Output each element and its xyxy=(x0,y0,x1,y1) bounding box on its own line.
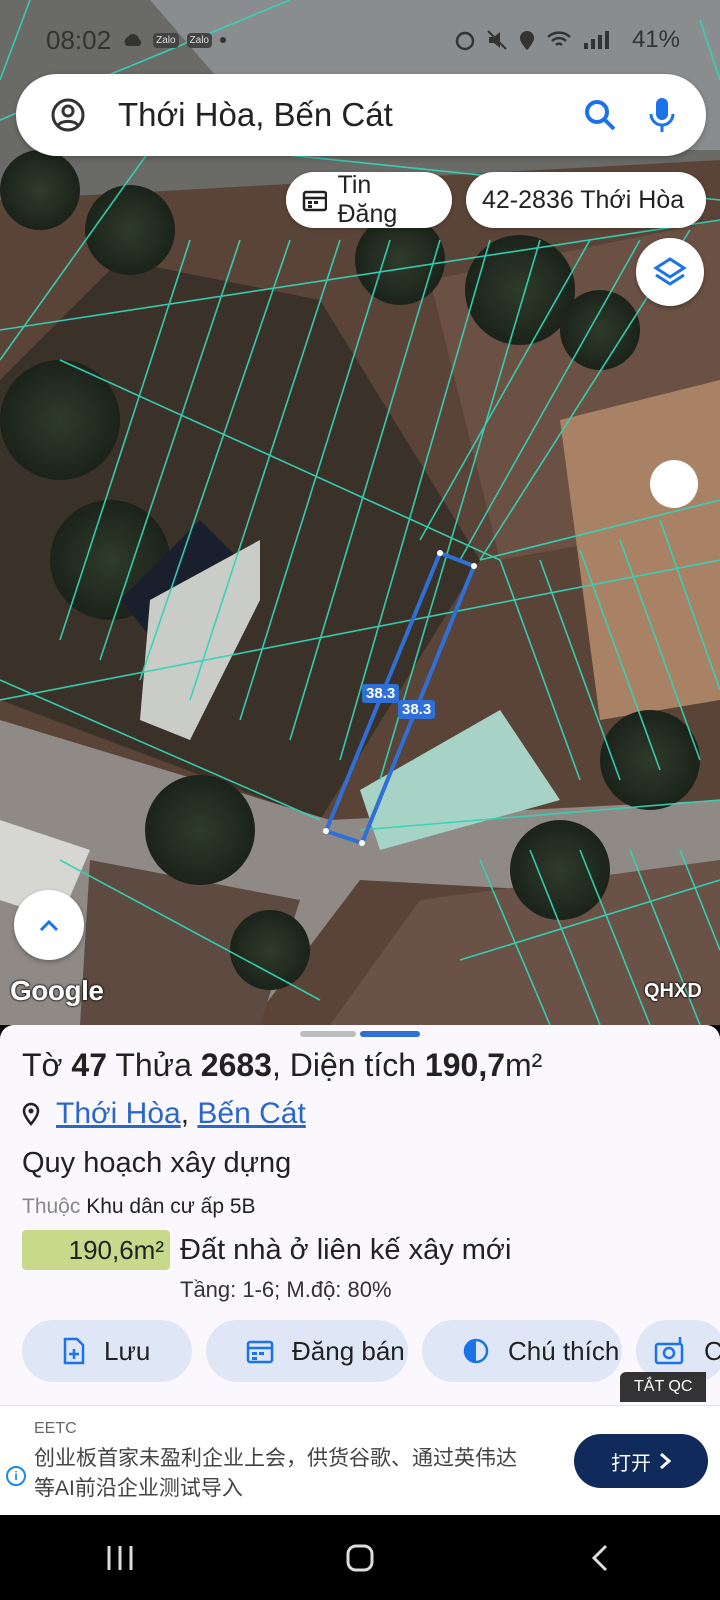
to-label: Tờ xyxy=(22,1047,63,1083)
cloud-icon xyxy=(124,34,142,46)
add-photo-icon xyxy=(654,1337,686,1365)
dot-icon xyxy=(219,37,226,43)
add-file-icon xyxy=(62,1337,86,1365)
chevron-up-icon xyxy=(39,919,59,932)
district-link[interactable]: Bến Cát xyxy=(197,1097,305,1131)
belongs-label: Thuộc xyxy=(22,1195,81,1218)
status-time: 08:02 xyxy=(46,24,112,55)
ad-open-label: 打开 xyxy=(611,1452,651,1475)
thua-value: 2683 xyxy=(200,1047,272,1083)
ad-text: 创业板首家未盈利企业上会，供货谷歌、通过英伟达等AI前沿企业测试导入 xyxy=(34,1447,517,1500)
location-icon xyxy=(519,31,534,50)
layers-button[interactable] xyxy=(636,238,704,306)
ad-brand: EETC xyxy=(34,1420,77,1437)
zone-area-badge: 190,6m² xyxy=(22,1230,170,1270)
calendar-icon xyxy=(302,190,328,212)
location-separator: , xyxy=(180,1097,190,1130)
listings-chip[interactable]: Tin Đăng xyxy=(286,171,452,228)
parcel-chip[interactable]: 42-2836 Thới Hòa xyxy=(466,172,706,228)
area-value: 190,7 xyxy=(424,1047,505,1083)
status-icons: 41% xyxy=(454,26,680,54)
google-logo: Google xyxy=(10,975,104,1006)
alarm-icon xyxy=(455,31,475,51)
info-icon[interactable]: i xyxy=(6,1466,26,1486)
save-label: Lưu xyxy=(104,1335,151,1366)
account-icon[interactable] xyxy=(50,97,86,133)
floors-density: Tầng: 1-6; M.độ: 80% xyxy=(180,1277,392,1302)
post-sale-button[interactable]: Đăng bán xyxy=(206,1320,408,1382)
home-button[interactable] xyxy=(330,1538,390,1578)
expand-button[interactable] xyxy=(14,890,84,960)
sheet-handle[interactable] xyxy=(300,1031,356,1037)
to-value: 47 xyxy=(71,1047,108,1083)
map-view[interactable]: 38.3 38.3 08:02 Zalo Zalo 41% Thới Hòa, … xyxy=(0,0,720,1025)
camera-label: C xyxy=(704,1335,720,1366)
commune-link[interactable]: Thới Hòa xyxy=(56,1097,181,1131)
zalo-icon: Zalo xyxy=(186,32,212,48)
slider-handle[interactable] xyxy=(650,460,698,508)
zalo-icon: Zalo xyxy=(153,32,179,48)
battery-text: 41% xyxy=(631,26,680,53)
parcel-title: Tờ 47 Thửa 2683, Diện tích 190,7m² xyxy=(22,1047,542,1084)
layers-icon xyxy=(653,257,687,286)
measure-label: 38.3 xyxy=(398,700,436,719)
status-bar: 08:02 Zalo Zalo 41% xyxy=(46,22,680,58)
chevron-right-icon xyxy=(660,1452,671,1470)
layer-label: QHXD xyxy=(644,980,702,1002)
area-label: , Diện tích xyxy=(271,1047,417,1083)
land-type: Đất nhà ở liên kế xây mới xyxy=(180,1233,512,1266)
belongs-to: Thuộc Khu dân cư ấp 5B xyxy=(22,1195,256,1219)
notification-icons: Zalo Zalo xyxy=(121,32,226,48)
system-nav-bar xyxy=(0,1515,720,1600)
measure-label: 38.3 xyxy=(362,684,400,703)
parcel-info-sheet: Tờ 47 Thửa 2683, Diện tích 190,7m² Thới … xyxy=(0,1025,720,1405)
pin-icon xyxy=(22,1102,40,1126)
ad-open-button[interactable]: 打开 xyxy=(574,1434,708,1488)
calendar-icon xyxy=(246,1338,274,1364)
recents-icon xyxy=(107,1545,133,1570)
belongs-value: Khu dân cư ấp 5B xyxy=(86,1195,256,1218)
search-bar[interactable]: Thới Hòa, Bến Cát xyxy=(16,74,706,156)
legend-button[interactable]: Chú thích xyxy=(422,1320,622,1382)
close-ads-button[interactable]: TẮT QC xyxy=(620,1372,707,1402)
legend-label: Chú thích xyxy=(508,1335,620,1366)
zone-row: 190,6m² Đất nhà ở liên kế xây mới xyxy=(22,1230,511,1270)
listings-chip-label: Tin Đăng xyxy=(337,171,398,228)
area-unit: m² xyxy=(505,1047,543,1083)
back-icon xyxy=(591,1544,608,1571)
contrast-icon xyxy=(462,1337,490,1365)
sheet-handle-active[interactable] xyxy=(360,1031,420,1037)
ad-banner[interactable]: i EETC 创业板首家未盈利企业上会，供货谷歌、通过英伟达等AI前沿企业测试导… xyxy=(0,1405,720,1515)
parcel-chip-label: 42-2836 Thới Hòa xyxy=(482,185,685,214)
back-button[interactable] xyxy=(570,1538,630,1578)
planning-title: Quy hoạch xây dựng xyxy=(22,1147,292,1179)
search-query[interactable]: Thới Hòa, Bến Cát xyxy=(118,96,558,134)
signal-icon xyxy=(583,31,609,49)
thua-label: Thửa xyxy=(115,1047,192,1083)
save-button[interactable]: Lưu xyxy=(22,1320,192,1382)
microphone-icon[interactable] xyxy=(642,95,682,135)
recent-apps-button[interactable] xyxy=(90,1538,150,1578)
action-row: Lưu Đăng bán Chú thích C xyxy=(22,1320,720,1382)
parcel-location: Thới Hòa, Bến Cát xyxy=(22,1097,306,1131)
wifi-icon xyxy=(547,31,571,46)
home-icon xyxy=(346,1544,374,1571)
search-icon[interactable] xyxy=(580,95,620,135)
mute-icon xyxy=(487,30,507,50)
post-sale-label: Đăng bán xyxy=(292,1335,405,1366)
